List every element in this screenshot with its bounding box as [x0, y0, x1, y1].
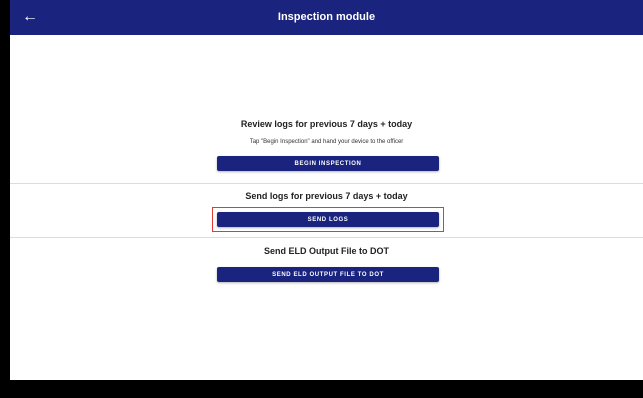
- send-logs-title: Send logs for previous 7 days + today: [245, 191, 408, 201]
- page-title: Inspection module: [277, 11, 376, 23]
- send-logs-section: Send logs for previous 7 days + today SE…: [10, 183, 643, 238]
- send-eld-section: Send ELD Output File to DOT SEND ELD OUT…: [10, 238, 643, 298]
- send-logs-button[interactable]: SEND LOGS: [217, 212, 439, 227]
- review-logs-section: Review logs for previous 7 days + today …: [10, 35, 643, 184]
- send-eld-title: Send ELD Output File to DOT: [264, 246, 389, 256]
- send-eld-output-button[interactable]: SEND ELD OUTPUT FILE TO DOT: [217, 267, 439, 282]
- system-navigation-bar: [10, 380, 643, 398]
- review-logs-title: Review logs for previous 7 days + today: [240, 119, 413, 129]
- app-bar: ← Inspection module: [10, 0, 643, 35]
- begin-inspection-button[interactable]: BEGIN INSPECTION: [217, 156, 439, 171]
- inspection-screen: ← Inspection module Review logs for prev…: [10, 0, 643, 380]
- review-logs-instructions: Tap "Begin Inspection" and hand your dev…: [249, 139, 404, 145]
